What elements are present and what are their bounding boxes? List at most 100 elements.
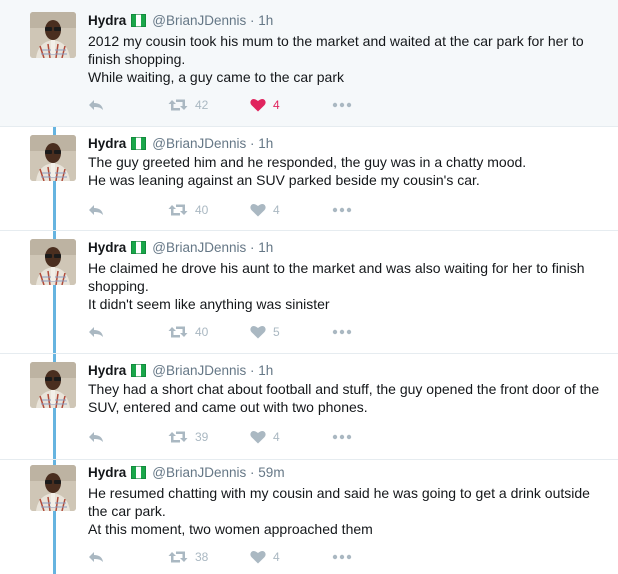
retweet-count: 38 xyxy=(195,550,209,564)
tweet[interactable]: Hydra @BrianJDennis · 59m He resumed cha… xyxy=(0,459,618,574)
heart-icon xyxy=(250,550,266,564)
nigeria-flag-icon xyxy=(131,137,147,150)
display-name[interactable]: Hydra xyxy=(88,363,126,378)
tweet[interactable]: Hydra @BrianJDennis · 1h They had a shor… xyxy=(0,353,618,459)
separator-dot: · xyxy=(250,240,255,255)
tweet-divider xyxy=(0,459,618,460)
reply-button[interactable] xyxy=(88,428,104,446)
more-options-button[interactable] xyxy=(332,96,352,114)
heart-icon xyxy=(250,98,266,112)
retweet-icon xyxy=(168,203,188,217)
username-handle[interactable]: @BrianJDennis xyxy=(152,465,246,480)
tweet-text-line: They had a short chat about football and… xyxy=(88,381,600,415)
like-button[interactable]: 4 xyxy=(250,428,280,446)
more-options-button[interactable] xyxy=(332,548,352,566)
avatar[interactable] xyxy=(30,239,76,285)
like-button[interactable]: 4 xyxy=(250,201,280,219)
tweet-header: Hydra @BrianJDennis · 1h xyxy=(88,12,273,30)
tweet-header: Hydra @BrianJDennis · 1h xyxy=(88,135,273,153)
timestamp[interactable]: 1h xyxy=(258,363,273,378)
tweet[interactable]: Hydra @BrianJDennis · 1h The guy greeted… xyxy=(0,126,618,230)
timestamp[interactable]: 59m xyxy=(258,465,284,480)
nigeria-flag-icon xyxy=(131,466,147,479)
tweet-text-line: He was leaning against an SUV parked bes… xyxy=(88,172,480,188)
more-icon xyxy=(332,329,352,335)
tweet[interactable]: Hydra @BrianJDennis · 1h 2012 my cousin … xyxy=(0,0,618,126)
tweet-text: He claimed he drove his aunt to the mark… xyxy=(88,259,608,313)
reply-icon xyxy=(88,550,104,564)
tweet-text-line: He claimed he drove his aunt to the mark… xyxy=(88,260,585,294)
retweet-count: 39 xyxy=(195,430,209,444)
nigeria-flag-icon xyxy=(131,14,147,27)
reply-icon xyxy=(88,325,104,339)
more-options-button[interactable] xyxy=(332,201,352,219)
retweet-button[interactable]: 38 xyxy=(168,548,208,566)
retweet-icon xyxy=(168,98,188,112)
tweet-divider xyxy=(0,230,618,231)
username-handle[interactable]: @BrianJDennis xyxy=(152,363,246,378)
reply-button[interactable] xyxy=(88,201,104,219)
like-count: 4 xyxy=(273,98,280,112)
like-count: 4 xyxy=(273,203,280,217)
tweet-text-line: It didn't seem like anything was siniste… xyxy=(88,296,330,312)
retweet-count: 42 xyxy=(195,98,209,112)
tweet-actions: 39 4 xyxy=(88,428,388,446)
tweet-text-line: While waiting, a guy came to the car par… xyxy=(88,69,345,85)
tweet-text: 2012 my cousin took his mum to the marke… xyxy=(88,32,608,86)
tweet-text: The guy greeted him and he responded, th… xyxy=(88,153,608,189)
tweet-text-line: 2012 my cousin took his mum to the marke… xyxy=(88,33,584,67)
tweet-text: He resumed chatting with my cousin and s… xyxy=(88,484,608,538)
username-handle[interactable]: @BrianJDennis xyxy=(152,13,246,28)
avatar[interactable] xyxy=(30,12,76,58)
reply-icon xyxy=(88,98,104,112)
more-icon xyxy=(332,207,352,213)
display-name[interactable]: Hydra xyxy=(88,13,126,28)
tweet-header: Hydra @BrianJDennis · 59m xyxy=(88,464,285,482)
timestamp[interactable]: 1h xyxy=(258,240,273,255)
avatar[interactable] xyxy=(30,362,76,408)
retweet-button[interactable]: 39 xyxy=(168,428,208,446)
tweet-header: Hydra @BrianJDennis · 1h xyxy=(88,362,273,380)
display-name[interactable]: Hydra xyxy=(88,136,126,151)
reply-icon xyxy=(88,430,104,444)
display-name[interactable]: Hydra xyxy=(88,240,126,255)
reply-button[interactable] xyxy=(88,323,104,341)
reply-icon xyxy=(88,203,104,217)
heart-icon xyxy=(250,325,266,339)
retweet-button[interactable]: 40 xyxy=(168,323,208,341)
like-button[interactable]: 4 xyxy=(250,96,280,114)
more-options-button[interactable] xyxy=(332,323,352,341)
like-button[interactable]: 5 xyxy=(250,323,280,341)
retweet-count: 40 xyxy=(195,325,209,339)
timestamp[interactable]: 1h xyxy=(258,13,273,28)
like-count: 4 xyxy=(273,430,280,444)
nigeria-flag-icon xyxy=(131,241,147,254)
more-icon xyxy=(332,102,352,108)
separator-dot: · xyxy=(250,136,255,151)
avatar[interactable] xyxy=(30,465,76,511)
more-icon xyxy=(332,434,352,440)
like-button[interactable]: 4 xyxy=(250,548,280,566)
username-handle[interactable]: @BrianJDennis xyxy=(152,136,246,151)
heart-icon xyxy=(250,203,266,217)
retweet-icon xyxy=(168,430,188,444)
tweet[interactable]: Hydra @BrianJDennis · 1h He claimed he d… xyxy=(0,230,618,353)
tweet-actions: 42 4 xyxy=(88,96,388,114)
timestamp[interactable]: 1h xyxy=(258,136,273,151)
display-name[interactable]: Hydra xyxy=(88,465,126,480)
nigeria-flag-icon xyxy=(131,364,147,377)
reply-button[interactable] xyxy=(88,548,104,566)
tweet-header: Hydra @BrianJDennis · 1h xyxy=(88,239,273,257)
retweet-button[interactable]: 40 xyxy=(168,201,208,219)
tweet-actions: 40 4 xyxy=(88,201,388,219)
more-options-button[interactable] xyxy=(332,428,352,446)
reply-button[interactable] xyxy=(88,96,104,114)
retweet-count: 40 xyxy=(195,203,209,217)
username-handle[interactable]: @BrianJDennis xyxy=(152,240,246,255)
tweet-text-line: At this moment, two women approached the… xyxy=(88,521,373,537)
retweet-icon xyxy=(168,325,188,339)
tweet-actions: 40 5 xyxy=(88,323,388,341)
avatar[interactable] xyxy=(30,135,76,181)
tweet-text-line: The guy greeted him and he responded, th… xyxy=(88,154,527,170)
retweet-button[interactable]: 42 xyxy=(168,96,208,114)
